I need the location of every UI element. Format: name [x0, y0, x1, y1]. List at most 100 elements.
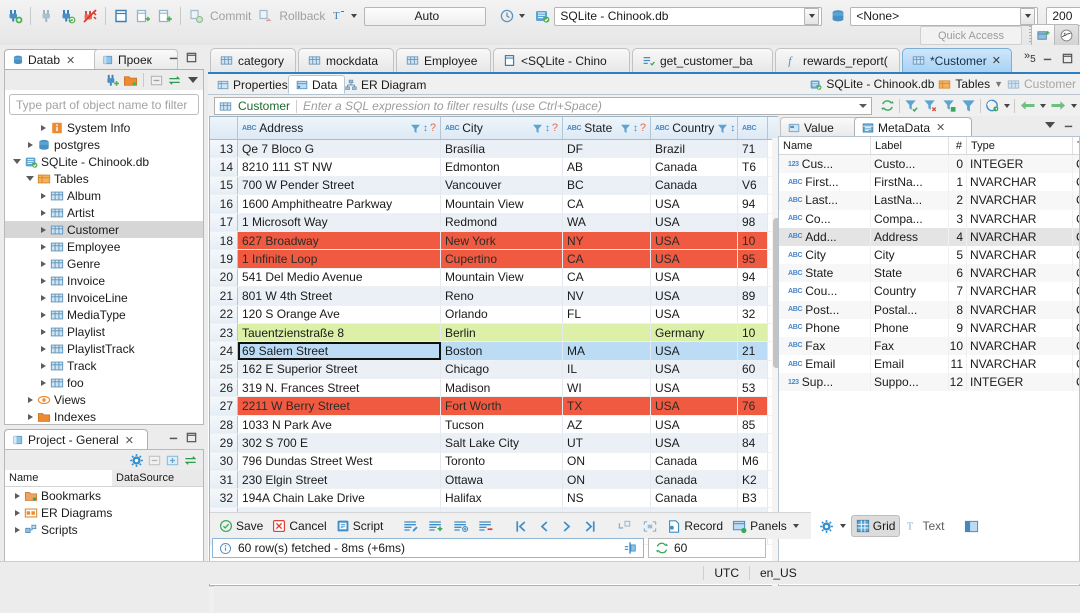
new-connection-icon[interactable] [105, 73, 120, 88]
row-number[interactable]: 19 [210, 250, 238, 268]
table-cell[interactable]: USA [651, 379, 738, 397]
metadata-column-name[interactable]: ABC Add... [779, 227, 871, 246]
tree-item-album[interactable]: Album [5, 187, 203, 204]
expand-arrow-right-icon[interactable] [37, 226, 49, 233]
expand-arrow-right-icon[interactable] [37, 243, 49, 250]
commit-label[interactable]: Commit [207, 9, 254, 23]
metadata-table[interactable]: Customer [1073, 301, 1079, 319]
row-number[interactable]: 21 [210, 287, 238, 305]
metadata-table[interactable]: Customer [1073, 264, 1079, 282]
metadata-idx[interactable]: 9 [949, 318, 967, 337]
expand-arrow-right-icon[interactable] [37, 124, 49, 131]
metadata-column-name[interactable]: ABC Email [779, 355, 871, 374]
metadata-label[interactable]: Country [871, 282, 949, 301]
first-row-icon[interactable] [510, 516, 532, 536]
expand-arrow-right-icon[interactable] [37, 311, 49, 318]
expand-arrow-right-icon[interactable] [37, 277, 49, 284]
breadcrumb-customer[interactable]: Customer [1024, 77, 1076, 91]
script-button[interactable]: Script [332, 516, 388, 536]
row-number[interactable]: 18 [210, 231, 238, 250]
table-cell[interactable]: 230 Elgin Street [238, 471, 441, 489]
tree-item-playlist[interactable]: Playlist [5, 323, 203, 340]
table-cell[interactable]: USA [651, 397, 738, 415]
column-sort-icon[interactable]: ↕ [730, 123, 735, 134]
minimize-editor-button[interactable] [1041, 52, 1054, 65]
table-cell[interactable]: Canada [651, 176, 738, 195]
fetch-size-input[interactable]: 200 [1046, 6, 1080, 26]
table-cell[interactable]: 2211 W Berry Street [238, 397, 441, 415]
table-cell[interactable]: Madison [441, 379, 563, 397]
chevron-down-icon[interactable] [804, 7, 820, 25]
row-number[interactable]: 15 [210, 176, 238, 195]
fit-value-icon[interactable] [638, 516, 662, 536]
metadata-idx[interactable]: 2 [949, 191, 967, 210]
table-cell[interactable]: Orlando [441, 305, 563, 323]
table-cell[interactable]: 32 [738, 305, 768, 323]
table-cell[interactable]: USA [651, 250, 738, 268]
table-row[interactable]: 28 1033 N Park Ave Tucson AZ USA 85 [210, 415, 780, 435]
close-icon[interactable]: ✕ [125, 434, 134, 447]
expand-arrow-right-icon[interactable] [37, 345, 49, 352]
column-sort-icon[interactable]: ↕ [633, 123, 638, 134]
fetch-options-icon[interactable] [985, 98, 1000, 113]
metadata-column-name[interactable]: ABC Last... [779, 191, 871, 210]
column-header-country[interactable]: ABCCountry↕? [651, 117, 738, 139]
table-row[interactable]: 19 1 Infinite Loop Cupertino CA USA 95 [210, 250, 780, 269]
metadata-row[interactable]: ABCFirst...FirstNa...1NVARCHARCustomer2,… [779, 173, 1079, 192]
row-number[interactable]: 26 [210, 379, 238, 397]
column-sort-icon[interactable]: ↕ [423, 123, 428, 134]
metadata-type[interactable]: NVARCHAR [967, 173, 1073, 192]
table-cell[interactable]: NY [563, 231, 651, 250]
tree-item-invoiceline[interactable]: InvoiceLine [5, 289, 203, 306]
table-cell[interactable]: TX [563, 397, 651, 415]
table-row[interactable]: 13 Qe 7 Bloco G Brasília DF Brazil 71 [210, 140, 780, 159]
breadcrumb-tables[interactable]: Tables [955, 77, 990, 91]
table-cell[interactable]: K2 [738, 471, 768, 489]
apply-filter-icon[interactable] [904, 98, 919, 113]
close-icon[interactable]: ✕ [936, 121, 945, 134]
column-header-city[interactable]: ABC City ↕? [441, 117, 563, 139]
metadata-row[interactable]: 123Sup...Suppo...12INTEGERCustomer2,147,… [779, 373, 1079, 392]
expand-all-icon[interactable] [165, 453, 180, 468]
table-cell[interactable]: 98 [738, 213, 768, 231]
metadata-idx[interactable]: 1 [949, 173, 967, 192]
cancel-button[interactable]: Cancel [268, 516, 330, 536]
metadata-row[interactable]: ABCLast...LastNa...2NVARCHARCustomer2,14… [779, 191, 1079, 210]
table-cell[interactable]: USA [651, 434, 738, 452]
table-cell[interactable]: USA [651, 342, 738, 360]
table-cell[interactable]: 89 [738, 287, 768, 305]
tab-data[interactable]: Data [288, 75, 346, 94]
metadata-type[interactable]: NVARCHAR [967, 264, 1073, 283]
table-cell[interactable]: USA [651, 268, 738, 287]
table-cell[interactable]: Canada [651, 452, 738, 471]
table-cell[interactable]: Ottawa [441, 471, 563, 489]
tree-item-genre[interactable]: Genre [5, 255, 203, 272]
minimize-panel-button[interactable] [167, 431, 180, 444]
editor-tab-sqlite-chino[interactable]: <SQLite - Chino [493, 48, 630, 72]
table-row[interactable]: 23 Tauentzienstraße 8 Berlin Germany 10 [210, 323, 780, 343]
metadata-row[interactable]: ABCCo...Compa...3NVARCHARCustomer2,147,4… [779, 209, 1079, 228]
table-cell[interactable]: 120 S Orange Ave [238, 305, 441, 323]
table-cell[interactable]: CA [563, 268, 651, 287]
chevron-down-icon[interactable] [1020, 7, 1036, 25]
column-help-icon[interactable]: ? [430, 122, 436, 134]
table-cell[interactable]: 95 [738, 250, 768, 268]
pin-panel-icon[interactable] [623, 541, 637, 555]
metadata-label[interactable]: Fax [871, 336, 949, 356]
column-header-datasource[interactable]: DataSource [112, 470, 203, 486]
tree-item-artist[interactable]: Artist [5, 204, 203, 221]
remove-filter-icon[interactable] [923, 98, 938, 113]
table-cell[interactable]: CA [563, 195, 651, 213]
table-cell[interactable]: NS [563, 489, 651, 507]
table-cell[interactable]: Edmonton [441, 158, 563, 176]
table-cell[interactable]: Redmond [441, 213, 563, 231]
row-number[interactable]: 32 [210, 489, 238, 507]
maximize-panel-button[interactable] [185, 51, 198, 64]
metadata-type[interactable]: INTEGER [967, 373, 1073, 392]
duplicate-row-icon[interactable] [449, 516, 473, 536]
editor-tab-mockdata[interactable]: mockdata [298, 48, 394, 72]
table-row[interactable]: 29 302 S 700 E Salt Lake City UT USA 84 [210, 434, 780, 453]
column-help-icon[interactable]: ? [640, 122, 646, 134]
table-cell[interactable]: UT [563, 434, 651, 452]
metadata-label[interactable]: Phone [871, 318, 949, 337]
